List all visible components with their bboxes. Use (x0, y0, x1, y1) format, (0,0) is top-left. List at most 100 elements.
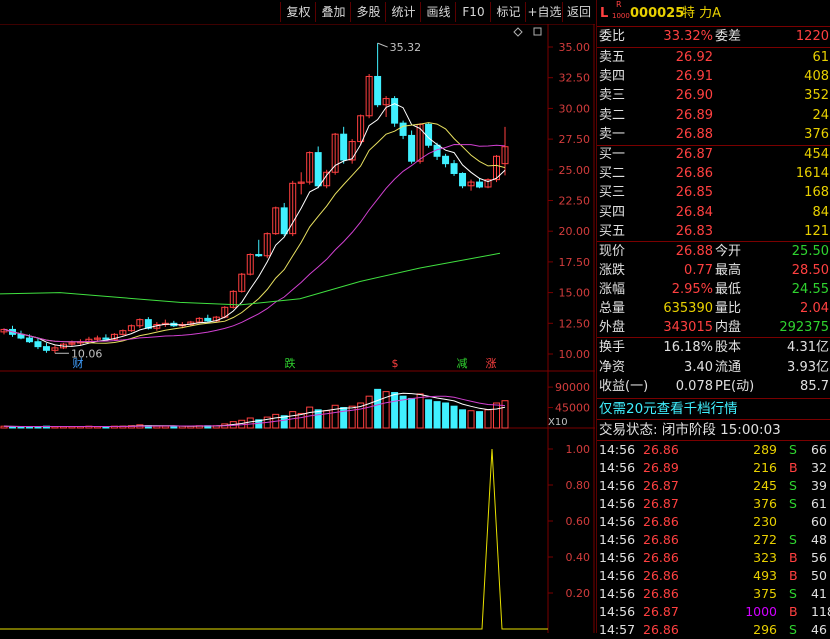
flag-l: L (600, 6, 609, 21)
event-marker: $ (392, 357, 399, 370)
volume-bar (467, 410, 475, 429)
tick-row[interactable]: 14:56 26.86 230 60 (597, 513, 830, 531)
statistics-button[interactable]: 统计 (385, 2, 421, 22)
price-tick-label: 15.00 (559, 287, 591, 300)
tick-row[interactable]: 14:56 26.86 493 B 50 (597, 567, 830, 585)
ma10-line (3, 122, 506, 344)
order-book-row[interactable]: 买四 26.84 84 (597, 204, 830, 222)
stock-name[interactable]: 特 力A (682, 4, 721, 24)
tick-row[interactable]: 14:56 26.87 376 S 61 (597, 495, 830, 513)
kline-chart-svg[interactable]: 35.00 32.50 30.00 27.50 25.00 22.50 20.00 17.50… (0, 0, 595, 633)
tick-row[interactable]: 14:56 26.89 216 B 32 (597, 459, 830, 477)
volume-bar (459, 409, 467, 429)
order-book-row[interactable]: 买一 26.87 454 (597, 146, 830, 164)
tick-volume: 296 (753, 622, 777, 637)
kline-candle (391, 98, 399, 124)
kline-candle (102, 337, 110, 340)
tick-count: 118 (811, 604, 830, 619)
mark-button[interactable]: 标记 (490, 2, 526, 22)
order-book-row[interactable]: 买三 26.85 168 (597, 184, 830, 202)
kline-candle (280, 207, 288, 235)
tick-price: 26.87 (643, 478, 679, 493)
order-book-row[interactable]: 卖四 26.91 408 (597, 68, 830, 86)
quote-label: 最高 (715, 263, 742, 278)
tick-volume: 230 (753, 514, 777, 529)
order_book.bids-volume: 1614 (795, 166, 829, 182)
kline-candle (450, 163, 458, 174)
quote-label: 内盘 (715, 320, 742, 335)
tick-volume: 245 (753, 478, 777, 493)
order-book-row[interactable]: 买五 26.83 121 (597, 223, 830, 241)
tick-side: S (789, 496, 797, 511)
tick-side: S (789, 442, 797, 457)
fundamental-label: 股本 (715, 340, 742, 355)
price-tick-label: 25.00 (559, 164, 591, 177)
quote-value: 635390 (663, 301, 713, 316)
price-tick-label: 35.00 (559, 41, 591, 54)
tick-time: 14:56 (599, 604, 636, 619)
tick-time: 14:56 (599, 550, 636, 565)
order_book.bids-volume: 84 (812, 204, 829, 220)
order-book-row[interactable]: 卖五 26.92 61 (597, 49, 830, 67)
quote-row: 现价 26.88 今开 25.50 (597, 243, 830, 261)
volume-bar (501, 400, 509, 429)
stock-code[interactable]: 000025 (630, 4, 684, 24)
order-book-row[interactable]: 卖一 26.88 376 (597, 126, 830, 144)
weicha-value: 1220 (795, 29, 829, 44)
order-book-row[interactable]: 卖三 26.90 352 (597, 87, 830, 105)
tick-time: 14:56 (599, 478, 636, 493)
order_book.asks-price: 26.90 (675, 88, 713, 104)
quote-value: 24.55 (791, 282, 829, 297)
back-button[interactable]: 返回 (562, 2, 595, 22)
volume-bar (493, 402, 501, 429)
kline-chart-area[interactable]: 35.00 32.50 30.00 27.50 25.00 22.50 20.00 17.50… (0, 0, 595, 633)
tick-count: 61 (811, 496, 827, 511)
quote-label: 量比 (715, 301, 742, 316)
tick-row[interactable]: 14:56 26.87 1000 B 118 (597, 603, 830, 621)
weicha-label: 委差 (715, 29, 742, 44)
quote-row: 涨幅 2.95% 最低 24.55 (597, 281, 830, 299)
promo-link[interactable]: 仅需20元查看千档行情 (599, 400, 738, 418)
quote-label: 今开 (715, 244, 742, 259)
tick-side: B (789, 604, 798, 619)
tick-row[interactable]: 14:56 26.86 289 S 66 (597, 441, 830, 459)
fundamental-label: 换手 (599, 340, 626, 355)
fundamental-row: 收益(一) 0.078 PE(动) 85.7 (597, 378, 830, 396)
tick-row[interactable]: 14:56 26.87 245 S 39 (597, 477, 830, 495)
tick-volume: 289 (753, 442, 777, 457)
order_book.bids-price: 26.84 (675, 204, 713, 220)
indicator-tick-label: 0.60 (566, 515, 591, 528)
tick-row[interactable]: 14:57 26.86 296 S 46 (597, 621, 830, 639)
order-book-row[interactable]: 卖二 26.89 24 (597, 107, 830, 125)
tick-time: 14:56 (599, 514, 636, 529)
tick-time: 14:56 (599, 496, 636, 511)
fundamental-value: 3.93亿 (787, 359, 829, 375)
tick-side: B (789, 568, 798, 583)
quote-value: 2.04 (800, 301, 829, 316)
multi-stock-button[interactable]: 多股 (350, 2, 386, 22)
kline-candle (340, 133, 348, 161)
fundamental-value: 4.31亿 (787, 340, 829, 355)
chart-toolbar: 复权 叠加 多股 统计 画线 F10 标记 +自选 返回 (0, 0, 595, 24)
overlay-button[interactable]: 叠加 (315, 2, 351, 22)
order_book.asks-label: 卖一 (599, 126, 626, 142)
order-book-row[interactable]: 买二 26.86 1614 (597, 165, 830, 183)
draw-line-button[interactable]: 画线 (420, 2, 456, 22)
event-marker: 涨 (486, 357, 497, 370)
tick-row[interactable]: 14:56 26.86 323 B 56 (597, 549, 830, 567)
order_book.asks-price: 26.92 (675, 50, 713, 65)
volume-bar (289, 411, 297, 429)
tick-count: 50 (811, 568, 827, 583)
fundamental-label: 收益(一) (599, 379, 649, 394)
tick-time: 14:57 (599, 622, 636, 637)
f10-button[interactable]: F10 (455, 2, 491, 22)
tick-row[interactable]: 14:56 26.86 272 S 48 (597, 531, 830, 549)
promo-row[interactable]: 仅需20元查看千档行情 (597, 400, 830, 418)
add-watchlist-button[interactable]: +自选 (525, 2, 563, 22)
restore-rights-button[interactable]: 复权 (280, 2, 316, 22)
kline-candle (42, 346, 50, 351)
tick-row[interactable]: 14:56 26.86 375 S 41 (597, 585, 830, 603)
volume-bar (314, 409, 322, 429)
trade-status: 交易状态: 闭市阶段 15:00:03 (599, 422, 781, 438)
tick-time: 14:56 (599, 442, 636, 457)
